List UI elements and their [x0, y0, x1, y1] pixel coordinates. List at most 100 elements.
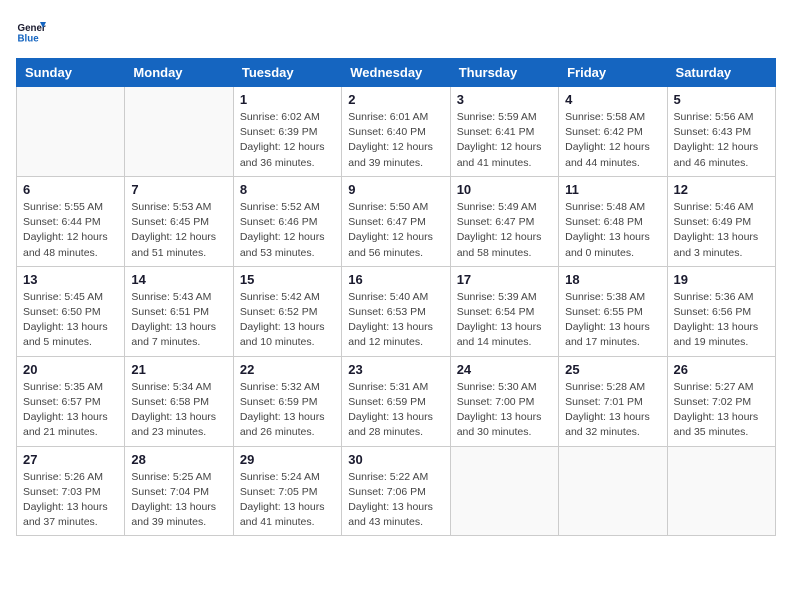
calendar-cell: 8Sunrise: 5:52 AMSunset: 6:46 PMDaylight… [233, 176, 341, 266]
weekday-header-saturday: Saturday [667, 59, 775, 87]
calendar-week-4: 27 Sunrise: 5:26 AMSunset: 7:03 PMDayligh… [17, 446, 776, 536]
calendar-cell: 22 Sunrise: 5:32 AMSunset: 6:59 PMDayligh… [233, 356, 341, 446]
calendar-table: SundayMondayTuesdayWednesdayThursdayFrid… [16, 58, 776, 536]
day-number: 22 [240, 362, 335, 377]
day-number: 25 [565, 362, 660, 377]
calendar-cell: 24Sunrise: 5:30 AMSunset: 7:00 PMDayligh… [450, 356, 558, 446]
calendar-cell: 30Sunrise: 5:22 AMSunset: 7:06 PMDayligh… [342, 446, 450, 536]
calendar-cell: 10Sunrise: 5:49 AMSunset: 6:47 PMDayligh… [450, 176, 558, 266]
day-info: Sunrise: 5:26 AMSunset: 7:03 PMDaylight:… [23, 470, 118, 531]
calendar-cell [667, 446, 775, 536]
day-number: 7 [131, 182, 226, 197]
day-info: Sunrise: 5:39 AMSunset: 6:54 PMDaylight:… [457, 290, 552, 351]
day-info: Sunrise: 5:43 AMSunset: 6:51 PMDaylight:… [131, 290, 226, 351]
day-number: 19 [674, 272, 769, 287]
calendar-cell: 4 Sunrise: 5:58 AMSunset: 6:42 PMDaylight… [559, 87, 667, 177]
calendar-cell: 29 Sunrise: 5:24 AMSunset: 7:05 PMDayligh… [233, 446, 341, 536]
day-info: Sunrise: 5:28 AMSunset: 7:01 PMDaylight:… [565, 380, 660, 441]
calendar-cell: 17 Sunrise: 5:39 AMSunset: 6:54 PMDayligh… [450, 266, 558, 356]
calendar-cell: 7 Sunrise: 5:53 AMSunset: 6:45 PMDaylight… [125, 176, 233, 266]
day-info: Sunrise: 5:53 AMSunset: 6:45 PMDaylight:… [131, 200, 226, 261]
day-number: 10 [457, 182, 552, 197]
day-number: 29 [240, 452, 335, 467]
calendar-cell [17, 87, 125, 177]
calendar-cell: 20 Sunrise: 5:35 AMSunset: 6:57 PMDayligh… [17, 356, 125, 446]
day-number: 5 [674, 92, 769, 107]
day-info: Sunrise: 5:22 AMSunset: 7:06 PMDaylight:… [348, 470, 443, 531]
calendar-cell: 16 Sunrise: 5:40 AMSunset: 6:53 PMDayligh… [342, 266, 450, 356]
day-info: Sunrise: 5:34 AMSunset: 6:58 PMDaylight:… [131, 380, 226, 441]
day-number: 11 [565, 182, 660, 197]
calendar-week-0: 1 Sunrise: 6:02 AMSunset: 6:39 PMDaylight… [17, 87, 776, 177]
calendar-cell: 1 Sunrise: 6:02 AMSunset: 6:39 PMDaylight… [233, 87, 341, 177]
day-info: Sunrise: 5:58 AMSunset: 6:42 PMDaylight:… [565, 110, 660, 171]
day-number: 14 [131, 272, 226, 287]
day-number: 9 [348, 182, 443, 197]
day-number: 1 [240, 92, 335, 107]
page-header: General Blue [16, 16, 776, 46]
calendar-cell: 15 Sunrise: 5:42 AMSunset: 6:52 PMDayligh… [233, 266, 341, 356]
calendar-cell [559, 446, 667, 536]
day-number: 16 [348, 272, 443, 287]
calendar-week-1: 6 Sunrise: 5:55 AMSunset: 6:44 PMDaylight… [17, 176, 776, 266]
day-info: Sunrise: 5:50 AMSunset: 6:47 PMDaylight:… [348, 200, 443, 261]
day-info: Sunrise: 5:48 AMSunset: 6:48 PMDaylight:… [565, 200, 660, 261]
day-number: 24 [457, 362, 552, 377]
calendar-cell [450, 446, 558, 536]
calendar-cell: 23 Sunrise: 5:31 AMSunset: 6:59 PMDayligh… [342, 356, 450, 446]
calendar-cell: 6 Sunrise: 5:55 AMSunset: 6:44 PMDaylight… [17, 176, 125, 266]
day-info: Sunrise: 6:01 AMSunset: 6:40 PMDaylight:… [348, 110, 443, 171]
day-number: 23 [348, 362, 443, 377]
weekday-header-row: SundayMondayTuesdayWednesdayThursdayFrid… [17, 59, 776, 87]
calendar-cell: 25 Sunrise: 5:28 AMSunset: 7:01 PMDayligh… [559, 356, 667, 446]
calendar-cell: 19 Sunrise: 5:36 AMSunset: 6:56 PMDayligh… [667, 266, 775, 356]
day-info: Sunrise: 6:02 AMSunset: 6:39 PMDaylight:… [240, 110, 335, 171]
day-number: 20 [23, 362, 118, 377]
calendar-cell: 2 Sunrise: 6:01 AMSunset: 6:40 PMDaylight… [342, 87, 450, 177]
day-number: 4 [565, 92, 660, 107]
day-number: 26 [674, 362, 769, 377]
day-number: 17 [457, 272, 552, 287]
day-number: 3 [457, 92, 552, 107]
calendar-cell: 9 Sunrise: 5:50 AMSunset: 6:47 PMDaylight… [342, 176, 450, 266]
day-number: 27 [23, 452, 118, 467]
day-number: 13 [23, 272, 118, 287]
day-number: 21 [131, 362, 226, 377]
day-info: Sunrise: 5:38 AMSunset: 6:55 PMDaylight:… [565, 290, 660, 351]
day-info: Sunrise: 5:25 AMSunset: 7:04 PMDaylight:… [131, 470, 226, 531]
calendar-week-3: 20 Sunrise: 5:35 AMSunset: 6:57 PMDayligh… [17, 356, 776, 446]
day-info: Sunrise: 5:42 AMSunset: 6:52 PMDaylight:… [240, 290, 335, 351]
day-number: 28 [131, 452, 226, 467]
calendar-week-2: 13Sunrise: 5:45 AMSunset: 6:50 PMDayligh… [17, 266, 776, 356]
calendar-cell: 28 Sunrise: 5:25 AMSunset: 7:04 PMDayligh… [125, 446, 233, 536]
day-number: 12 [674, 182, 769, 197]
day-number: 6 [23, 182, 118, 197]
weekday-header-wednesday: Wednesday [342, 59, 450, 87]
day-info: Sunrise: 5:56 AMSunset: 6:43 PMDaylight:… [674, 110, 769, 171]
day-number: 15 [240, 272, 335, 287]
calendar-cell: 13Sunrise: 5:45 AMSunset: 6:50 PMDayligh… [17, 266, 125, 356]
weekday-header-thursday: Thursday [450, 59, 558, 87]
logo-icon: General Blue [16, 16, 46, 46]
day-number: 18 [565, 272, 660, 287]
calendar-cell [125, 87, 233, 177]
weekday-header-sunday: Sunday [17, 59, 125, 87]
weekday-header-monday: Monday [125, 59, 233, 87]
svg-text:Blue: Blue [18, 34, 40, 45]
calendar-cell: 26Sunrise: 5:27 AMSunset: 7:02 PMDayligh… [667, 356, 775, 446]
calendar-cell: 5 Sunrise: 5:56 AMSunset: 6:43 PMDaylight… [667, 87, 775, 177]
calendar-cell: 27 Sunrise: 5:26 AMSunset: 7:03 PMDayligh… [17, 446, 125, 536]
day-number: 2 [348, 92, 443, 107]
day-info: Sunrise: 5:36 AMSunset: 6:56 PMDaylight:… [674, 290, 769, 351]
day-info: Sunrise: 5:31 AMSunset: 6:59 PMDaylight:… [348, 380, 443, 441]
day-info: Sunrise: 5:35 AMSunset: 6:57 PMDaylight:… [23, 380, 118, 441]
calendar-cell: 3 Sunrise: 5:59 AMSunset: 6:41 PMDaylight… [450, 87, 558, 177]
day-info: Sunrise: 5:46 AMSunset: 6:49 PMDaylight:… [674, 200, 769, 261]
day-info: Sunrise: 5:55 AMSunset: 6:44 PMDaylight:… [23, 200, 118, 261]
day-info: Sunrise: 5:24 AMSunset: 7:05 PMDaylight:… [240, 470, 335, 531]
calendar-cell: 12 Sunrise: 5:46 AMSunset: 6:49 PMDayligh… [667, 176, 775, 266]
day-info: Sunrise: 5:40 AMSunset: 6:53 PMDaylight:… [348, 290, 443, 351]
calendar-cell: 14 Sunrise: 5:43 AMSunset: 6:51 PMDayligh… [125, 266, 233, 356]
day-info: Sunrise: 5:59 AMSunset: 6:41 PMDaylight:… [457, 110, 552, 171]
day-info: Sunrise: 5:32 AMSunset: 6:59 PMDaylight:… [240, 380, 335, 441]
